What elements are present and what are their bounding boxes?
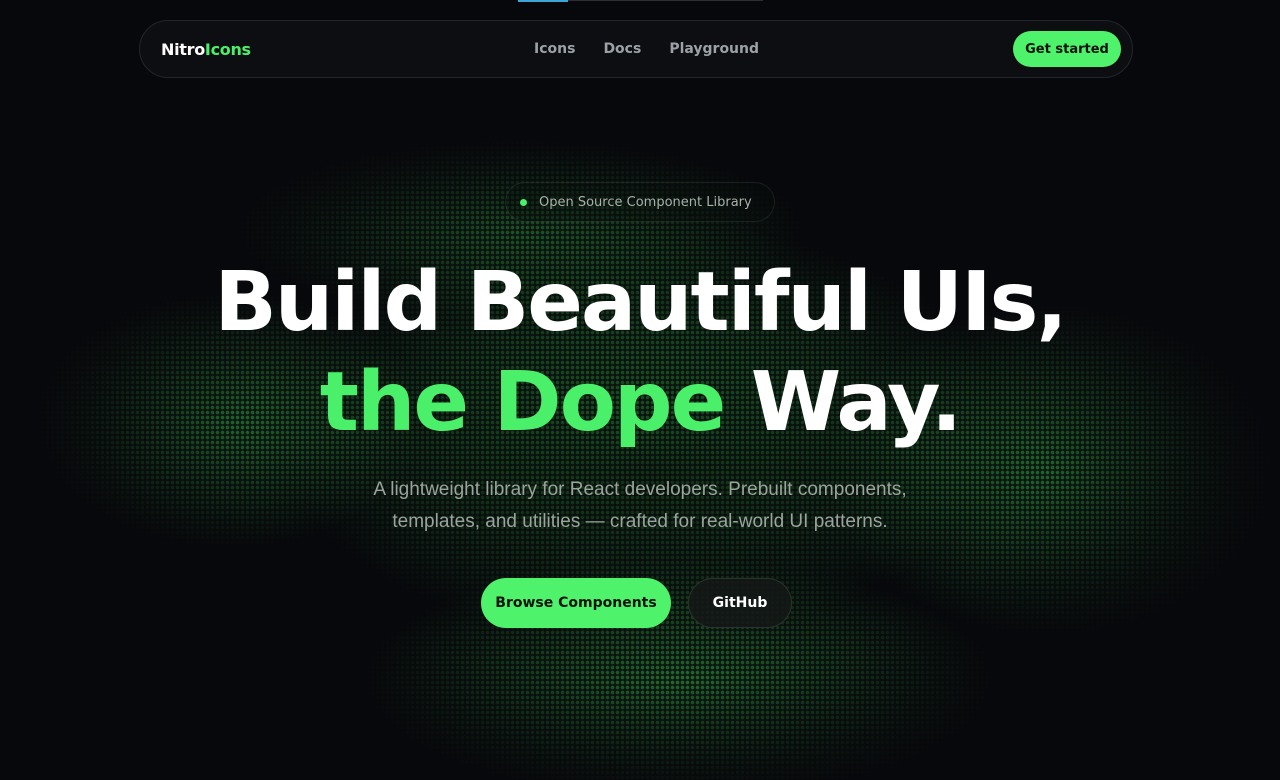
brand-name-part1: Nitro: [161, 40, 205, 59]
hero-title-line1: Build Beautiful UIs,: [214, 255, 1067, 350]
github-button[interactable]: GitHub: [688, 578, 792, 628]
nav-link-icons[interactable]: Icons: [534, 41, 575, 57]
top-progress-line: [518, 0, 763, 2]
nav-link-playground[interactable]: Playground: [669, 41, 759, 57]
get-started-button[interactable]: Get started: [1013, 31, 1121, 67]
status-dot-icon: [520, 198, 527, 206]
browse-components-button[interactable]: Browse Components: [481, 578, 671, 628]
brand-logo[interactable]: NitroIcons: [161, 40, 251, 59]
hero-subtitle-line1: A lightweight library for React develope…: [373, 479, 907, 500]
nav-links: Icons Docs Playground: [534, 41, 759, 57]
badge-text: Open Source Component Library: [539, 194, 752, 210]
nav-link-docs[interactable]: Docs: [603, 41, 641, 57]
open-source-badge: Open Source Component Library: [505, 182, 775, 222]
hero-title-line2: the Dope Way.: [0, 362, 1280, 444]
navbar: NitroIcons Icons Docs Playground Get sta…: [139, 20, 1133, 78]
top-progress-accent: [518, 0, 568, 2]
hero-title-highlight: the Dope: [319, 355, 726, 450]
hero-subtitle-line2: templates, and utilities — crafted for r…: [392, 511, 888, 532]
brand-name-part2: Icons: [204, 40, 251, 59]
hero-title-ending: Way.: [750, 355, 962, 450]
